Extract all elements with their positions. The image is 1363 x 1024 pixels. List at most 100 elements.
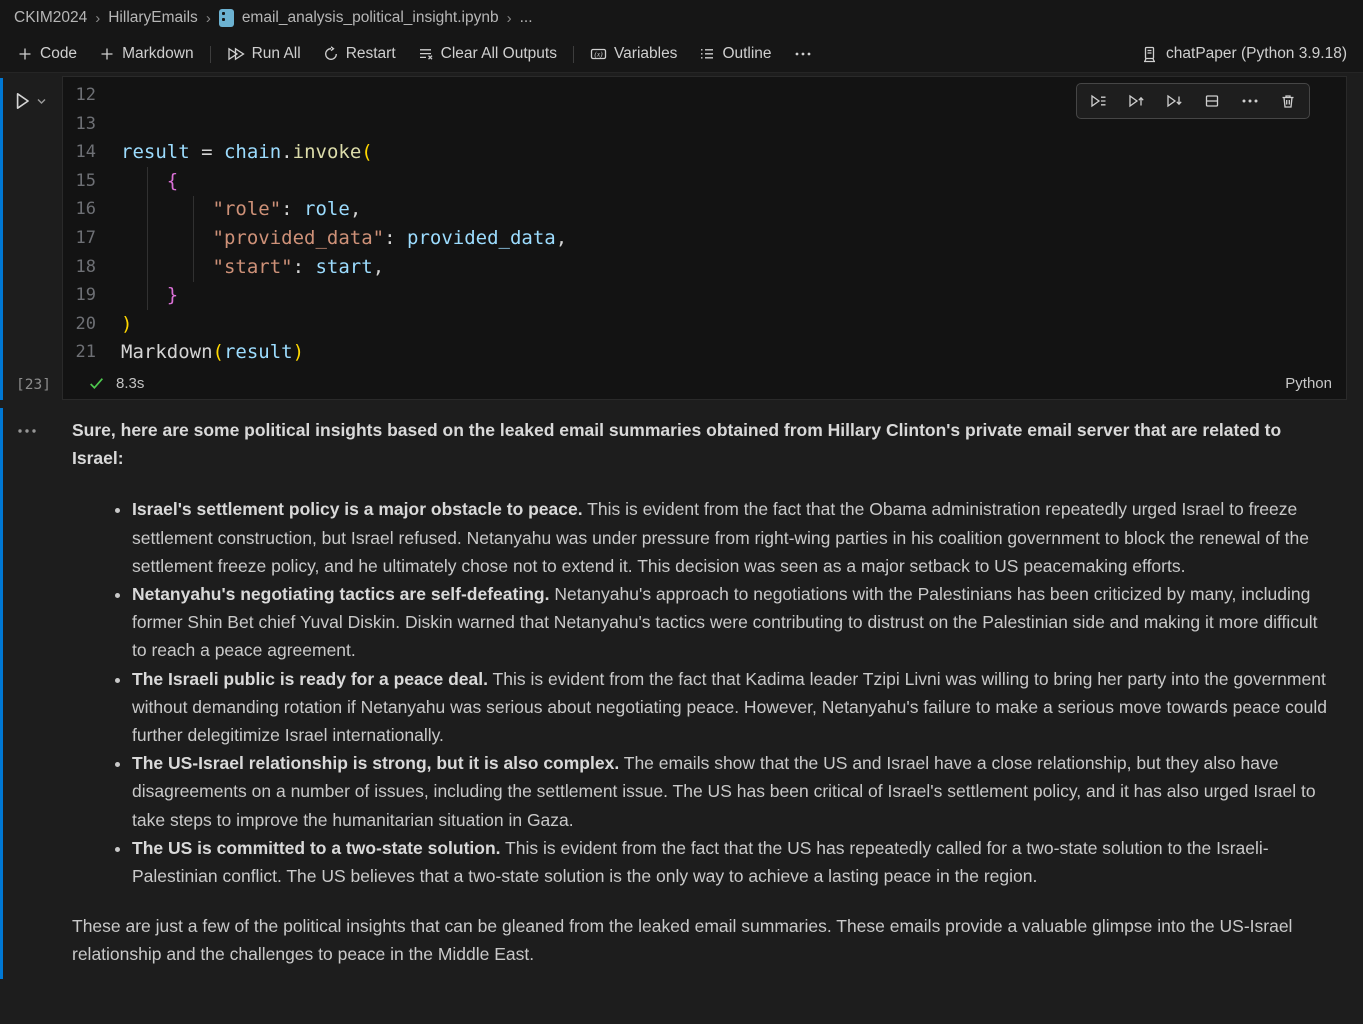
insights-list: Israel's settlement policy is a major ob…	[72, 495, 1334, 890]
notebook-editor: [23] 121314result = chain.invoke(15 {16 …	[0, 76, 1363, 985]
kernel-icon	[1141, 46, 1158, 63]
delete-cell-button[interactable]	[1280, 93, 1296, 109]
chevron-down-icon	[36, 90, 47, 112]
run-by-line-button[interactable]	[1090, 93, 1107, 109]
insight-lead: The US-Israel relationship is strong, bu…	[132, 753, 619, 773]
cell-more-actions-button[interactable]	[1241, 93, 1259, 109]
insight-item: Netanyahu's negotiating tactics are self…	[132, 580, 1334, 665]
line-number: 17	[63, 224, 121, 253]
insight-item: The Israeli public is ready for a peace …	[132, 665, 1334, 750]
variables-icon: (x)	[590, 46, 607, 62]
plus-icon	[99, 46, 115, 62]
execution-duration: 8.3s	[116, 375, 144, 392]
line-number: 20	[63, 310, 121, 339]
code-line[interactable]: 16 "role": role,	[63, 195, 1346, 224]
insight-lead: Netanyahu's negotiating tactics are self…	[132, 584, 549, 604]
breadcrumb: CKIM2024 › HillaryEmails › email_analysi…	[0, 0, 1363, 36]
variables-button[interactable]: (x) Variables	[579, 39, 688, 69]
chevron-right-icon: ›	[507, 10, 512, 27]
output-options-button[interactable]	[16, 422, 38, 440]
code-text: )	[121, 310, 132, 339]
execution-count: [23]	[16, 377, 51, 393]
execute-below-button[interactable]	[1166, 93, 1183, 109]
output-intro: Sure, here are some political insights b…	[72, 416, 1334, 472]
kernel-picker[interactable]: chatPaper (Python 3.9.18)	[1131, 45, 1357, 63]
toolbar-separator	[573, 46, 574, 63]
plus-icon	[17, 46, 33, 62]
code-text: {	[121, 167, 178, 196]
line-number: 21	[63, 338, 121, 367]
code-line[interactable]: 21Markdown(result)	[63, 338, 1346, 367]
cell-output: Sure, here are some political insights b…	[0, 408, 1363, 985]
indent-guide	[147, 167, 148, 310]
notebook-file-icon	[219, 9, 234, 27]
code-text: "provided_data": provided_data,	[121, 224, 567, 253]
breadcrumb-more[interactable]: ...	[520, 9, 533, 27]
code-text: result = chain.invoke(	[121, 138, 373, 167]
code-line[interactable]: 18 "start": start,	[63, 253, 1346, 282]
breadcrumb-folder[interactable]: HillaryEmails	[108, 9, 198, 27]
line-number: 12	[63, 81, 121, 110]
line-number: 16	[63, 195, 121, 224]
cell-language-picker[interactable]: Python	[1285, 375, 1332, 392]
chevron-right-icon: ›	[95, 10, 100, 27]
code-lines: 121314result = chain.invoke(15 {16 "role…	[63, 81, 1346, 367]
insight-lead: The US is committed to a two-state solut…	[132, 838, 501, 858]
code-line[interactable]: 17 "provided_data": provided_data,	[63, 224, 1346, 253]
clear-all-outputs-button[interactable]: Clear All Outputs	[407, 39, 568, 69]
indent-guide	[193, 196, 194, 282]
insight-item: The US-Israel relationship is strong, bu…	[132, 749, 1334, 834]
cell-status-bar: 8.3s Python	[63, 369, 1346, 399]
code-editor[interactable]: 121314result = chain.invoke(15 {16 "role…	[63, 77, 1346, 369]
add-markdown-label: Markdown	[122, 45, 194, 63]
add-markdown-cell-button[interactable]: Markdown	[88, 39, 205, 69]
insight-lead: The Israeli public is ready for a peace …	[132, 669, 488, 689]
split-cell-icon	[1204, 93, 1220, 109]
execute-above-button[interactable]	[1128, 93, 1145, 109]
code-line[interactable]: 15 {	[63, 167, 1346, 196]
code-line[interactable]: 19 }	[63, 281, 1346, 310]
run-by-line-icon	[1090, 93, 1107, 109]
variables-label: Variables	[614, 45, 677, 63]
insight-lead: Israel's settlement policy is a major ob…	[132, 499, 583, 519]
restart-icon	[323, 46, 339, 62]
clear-all-outputs-label: Clear All Outputs	[441, 45, 557, 63]
breadcrumb-folder[interactable]: CKIM2024	[14, 9, 87, 27]
cell-focus-indicator	[0, 78, 3, 400]
add-code-cell-button[interactable]: Code	[6, 39, 88, 69]
code-text: Markdown(result)	[121, 338, 304, 367]
restart-button[interactable]: Restart	[312, 39, 407, 69]
kernel-label: chatPaper (Python 3.9.18)	[1166, 45, 1347, 63]
chevron-right-icon: ›	[206, 10, 211, 27]
output-closing: These are just a few of the political in…	[72, 912, 1334, 968]
run-all-button[interactable]: Run All	[216, 39, 312, 69]
code-text: "role": role,	[121, 195, 361, 224]
more-actions-icon	[1241, 93, 1259, 109]
clear-all-outputs-icon	[418, 46, 434, 62]
line-number: 18	[63, 253, 121, 282]
code-text: "start": start,	[121, 253, 384, 282]
code-cell: [23] 121314result = chain.invoke(15 {16 …	[0, 76, 1363, 400]
run-all-icon	[227, 46, 245, 62]
execute-below-icon	[1166, 93, 1183, 109]
more-actions-icon	[794, 46, 812, 62]
code-line[interactable]: 20)	[63, 310, 1346, 339]
line-number: 15	[63, 167, 121, 196]
svg-text:(x): (x)	[594, 50, 603, 59]
run-cell-button[interactable]	[11, 90, 47, 112]
split-cell-button[interactable]	[1204, 93, 1220, 109]
run-cell-icon	[11, 90, 33, 112]
toolbar-more-button[interactable]	[783, 39, 823, 69]
code-line[interactable]: 14result = chain.invoke(	[63, 138, 1346, 167]
more-actions-icon	[16, 427, 38, 435]
line-number: 13	[63, 110, 121, 139]
breadcrumb-filename[interactable]: email_analysis_political_insight.ipynb	[242, 9, 499, 27]
add-code-label: Code	[40, 45, 77, 63]
trash-icon	[1280, 93, 1296, 109]
notebook-toolbar: Code Markdown Run All Restart Clear All …	[0, 36, 1363, 73]
outline-label: Outline	[722, 45, 771, 63]
toolbar-separator	[210, 46, 211, 63]
outline-button[interactable]: Outline	[688, 39, 782, 69]
insight-item: The US is committed to a two-state solut…	[132, 834, 1334, 890]
execute-above-icon	[1128, 93, 1145, 109]
